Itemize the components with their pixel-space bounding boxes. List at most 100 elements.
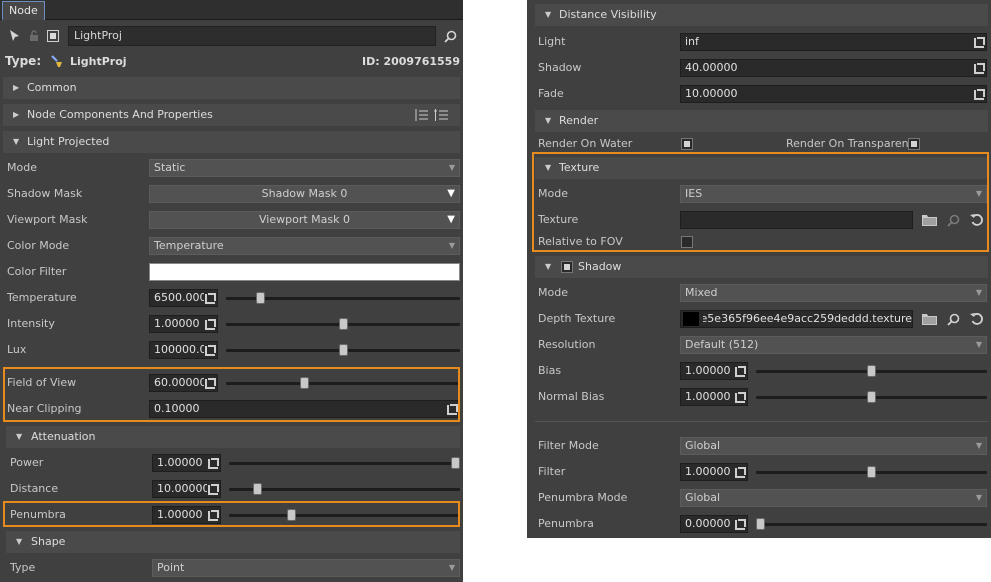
mode-select[interactable]: Static ▼: [149, 159, 460, 177]
row-penumbra: Penumbra 1.00000: [0, 504, 463, 526]
lux-field[interactable]: 100000.0: [149, 341, 218, 359]
color-filter-swatch[interactable]: [149, 263, 460, 281]
slider-thumb: [256, 292, 265, 304]
expanded-arrow-icon: ▼: [545, 10, 552, 19]
dropdown-arrow-icon: ▼: [975, 493, 982, 502]
collapse-all-icon[interactable]: [433, 107, 449, 123]
bias-field[interactable]: 1.00000: [680, 362, 748, 380]
expand-icon: [204, 293, 216, 303]
search-icon[interactable]: [443, 29, 457, 43]
section-attenuation[interactable]: ▼ Attenuation: [6, 426, 460, 448]
texture-path-field[interactable]: [680, 211, 913, 229]
field-of-view-field[interactable]: 60.00000: [149, 374, 218, 392]
normal-bias-slider[interactable]: [756, 391, 987, 403]
section-shape[interactable]: ▼ Shape: [6, 531, 460, 553]
distance-slider[interactable]: [229, 483, 460, 495]
row-shadow-mode: Mode Mixed ▼: [527, 282, 991, 304]
shape-type-select[interactable]: Point ▼: [152, 559, 460, 577]
depth-texture-field[interactable]: bb6e5e365f96ee4e9acc259deddd.texture: [680, 310, 913, 328]
tab-node[interactable]: Node: [2, 1, 45, 20]
dropdown-arrow-icon: ▼: [448, 563, 455, 572]
expand-all-icon[interactable]: [413, 107, 429, 123]
type-label: Type:: [5, 54, 42, 68]
render-on-water-checkbox[interactable]: [681, 138, 693, 150]
slider-thumb: [253, 483, 262, 495]
filter-mode-select[interactable]: Global ▼: [680, 437, 987, 455]
reset-icon[interactable]: [969, 311, 985, 327]
shadow-enabled-checkbox[interactable]: [561, 261, 573, 273]
dropdown-arrow-icon: ▼: [447, 214, 455, 225]
expand-icon: [734, 366, 746, 376]
render-on-transparent-checkbox[interactable]: [908, 138, 920, 150]
texture-mode-select[interactable]: IES ▼: [680, 185, 987, 203]
light-properties-panel: ▼ Distance Visibility Light inf Shadow 4…: [527, 0, 991, 538]
node-name-input[interactable]: LightProj: [68, 26, 436, 46]
row-type: Type Point ▼: [0, 557, 463, 579]
folder-icon[interactable]: [921, 212, 937, 228]
enabled-toggle-icon[interactable]: [46, 29, 60, 43]
section-common[interactable]: ▶ Common: [3, 77, 460, 99]
shadow-mode-select[interactable]: Mixed ▼: [680, 284, 987, 302]
dropdown-arrow-icon: ▼: [448, 241, 455, 250]
search-icon[interactable]: [945, 311, 961, 327]
near-clipping-field[interactable]: 0.10000: [149, 400, 460, 418]
folder-icon[interactable]: [921, 311, 937, 327]
temperature-slider[interactable]: [226, 292, 460, 304]
relative-to-fov-checkbox[interactable]: [681, 236, 693, 248]
section-distance-visibility[interactable]: ▼ Distance Visibility: [535, 4, 988, 26]
filter-slider[interactable]: [756, 466, 987, 478]
projector-light-icon: [50, 54, 64, 71]
row-texture: Texture: [527, 209, 991, 231]
row-shadow-penumbra: Penumbra 0.00000: [527, 513, 991, 535]
row-color-filter: Color Filter: [0, 261, 463, 283]
color-mode-select[interactable]: Temperature ▼: [149, 237, 460, 255]
power-slider[interactable]: [229, 457, 460, 469]
expanded-arrow-icon: ▼: [545, 262, 552, 271]
dropdown-arrow-icon: ▼: [448, 163, 455, 172]
distance-field[interactable]: 10.00000: [152, 480, 221, 498]
section-light-projected[interactable]: ▼ Light Projected: [3, 131, 460, 153]
reset-icon[interactable]: [969, 212, 985, 228]
penumbra-slider[interactable]: [229, 509, 460, 521]
power-field[interactable]: 1.00000: [152, 454, 221, 472]
resolution-select[interactable]: Default (512) ▼: [680, 336, 987, 354]
field-of-view-slider[interactable]: [226, 377, 460, 389]
lock-icon[interactable]: [27, 29, 41, 43]
slider-thumb: [287, 509, 296, 521]
filter-field[interactable]: 1.00000: [680, 463, 748, 481]
penumbra-mode-select[interactable]: Global ▼: [680, 489, 987, 507]
expand-icon: [973, 63, 985, 73]
select-cursor-icon[interactable]: [7, 29, 21, 43]
row-intensity: Intensity 1.00000: [0, 313, 463, 335]
shadow-penumbra-field[interactable]: 0.00000: [680, 515, 748, 533]
shadow-distance-field[interactable]: 40.00000: [680, 59, 987, 77]
row-filter-mode: Filter Mode Global ▼: [527, 435, 991, 457]
row-bias: Bias 1.00000: [527, 360, 991, 382]
penumbra-field[interactable]: 1.00000: [152, 506, 221, 524]
expand-icon: [734, 519, 746, 529]
collapsed-arrow-icon: ▶: [13, 110, 20, 119]
dropdown-arrow-icon: ▼: [975, 189, 982, 198]
row-penumbra-mode: Penumbra Mode Global ▼: [527, 487, 991, 509]
fade-distance-field[interactable]: 10.00000: [680, 85, 987, 103]
intensity-field[interactable]: 1.00000: [149, 315, 218, 333]
bias-slider[interactable]: [756, 365, 987, 377]
normal-bias-field[interactable]: 1.00000: [680, 388, 748, 406]
expand-icon: [446, 404, 458, 414]
intensity-slider[interactable]: [226, 318, 460, 330]
section-render[interactable]: ▼ Render: [535, 110, 988, 132]
row-near-clipping: Near Clipping 0.10000: [0, 398, 463, 420]
section-shadow[interactable]: ▼ Shadow: [535, 256, 988, 278]
light-distance-field[interactable]: inf: [680, 33, 987, 51]
section-node-components[interactable]: ▶ Node Components And Properties: [3, 104, 460, 126]
search-icon[interactable]: [945, 212, 961, 228]
dropdown-arrow-icon: ▼: [447, 188, 455, 199]
shadow-penumbra-slider[interactable]: [756, 518, 987, 530]
viewport-mask-select[interactable]: Viewport Mask 0 ▼: [149, 211, 460, 229]
node-id-label: ID: 2009761559: [362, 55, 460, 68]
lux-slider[interactable]: [226, 344, 460, 356]
shadow-mask-select[interactable]: Shadow Mask 0 ▼: [149, 185, 460, 203]
temperature-field[interactable]: 6500.000: [149, 289, 218, 307]
section-texture[interactable]: ▼ Texture: [535, 157, 988, 179]
expand-icon: [973, 89, 985, 99]
